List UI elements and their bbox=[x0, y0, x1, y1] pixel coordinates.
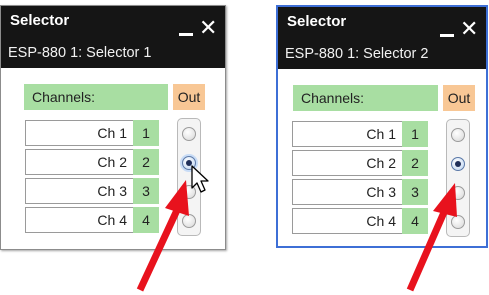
annotation-overlay bbox=[136, 165, 457, 292]
mouse-cursor-icon bbox=[191, 165, 209, 193]
red-arrow-icon bbox=[136, 180, 189, 292]
red-arrow-icon bbox=[406, 183, 457, 292]
